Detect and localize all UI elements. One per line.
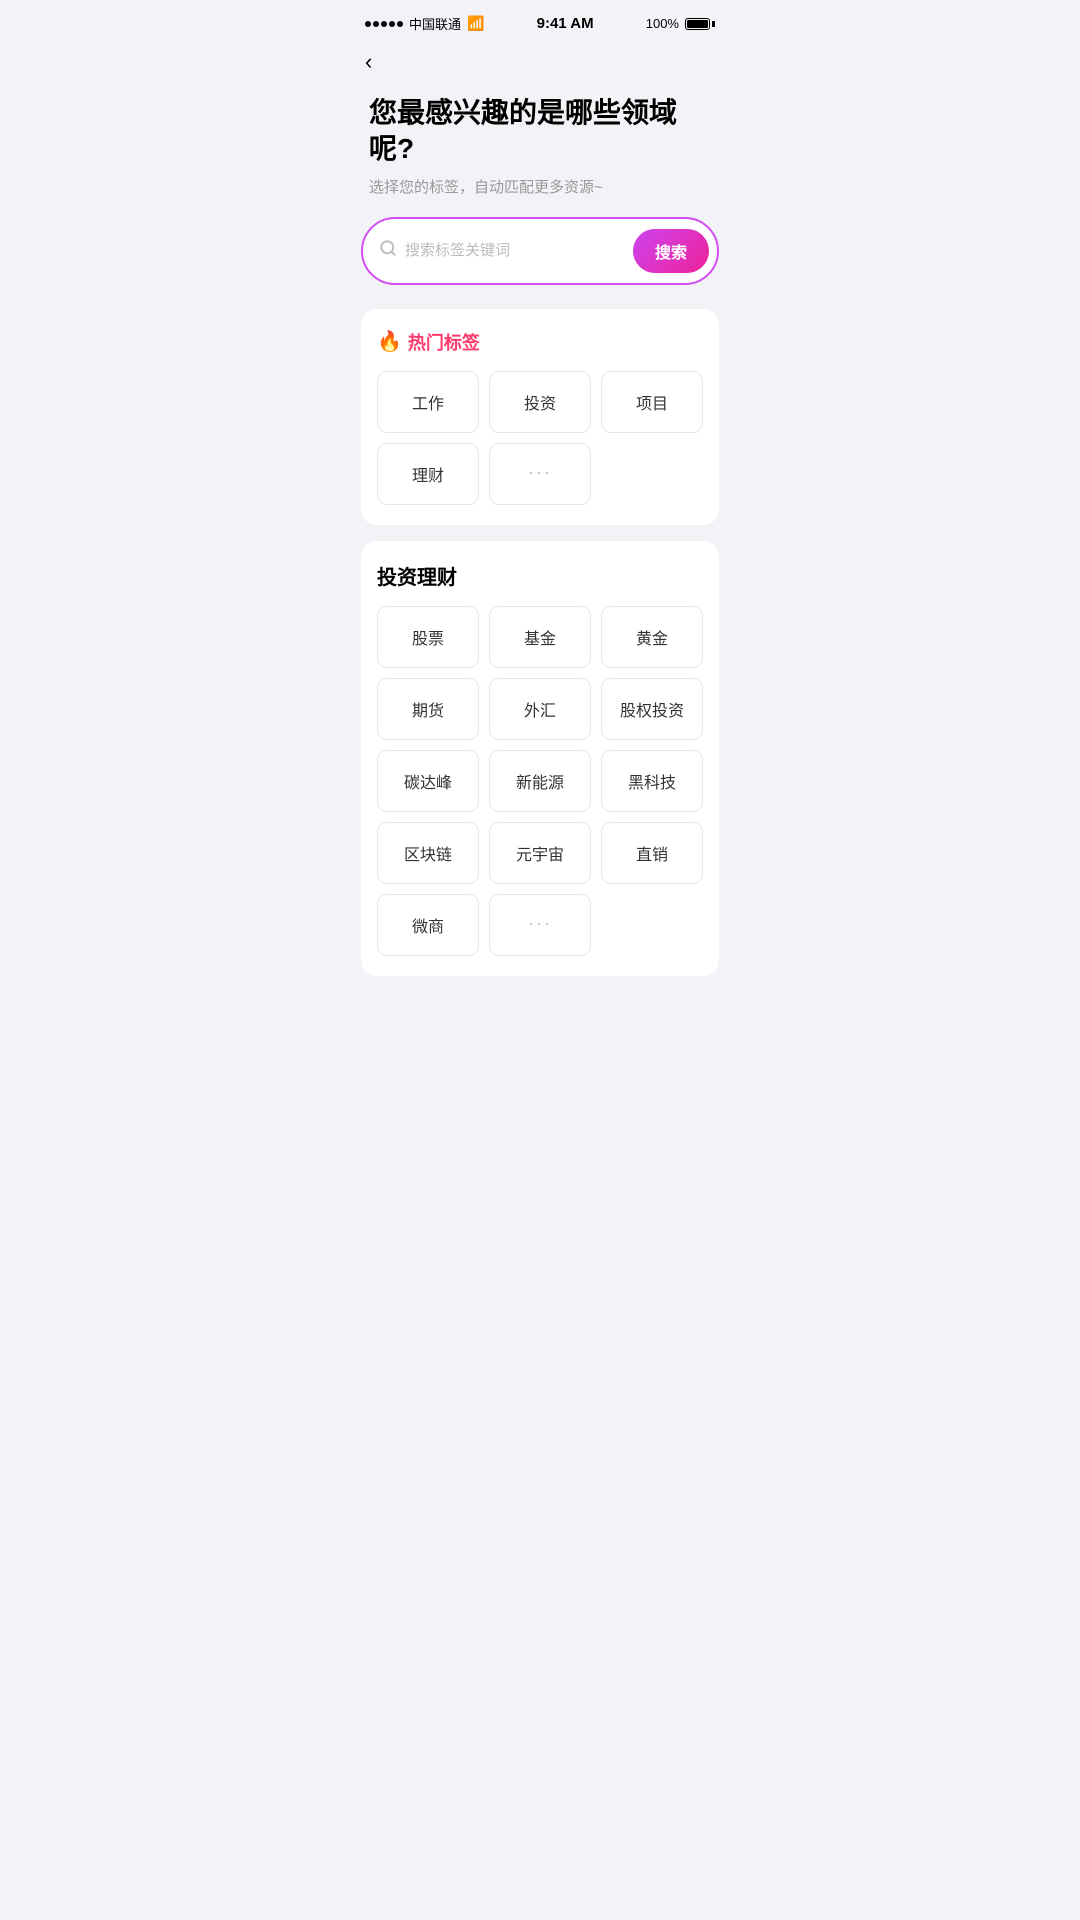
invest-tag-item[interactable]: ··· (489, 894, 591, 956)
back-button-area[interactable]: ‹ (345, 39, 735, 85)
battery-percent: 100% (646, 16, 679, 31)
invest-tag-item[interactable]: 基金 (489, 606, 591, 668)
search-container: 搜索 (345, 217, 735, 309)
invest-tags-grid: 股票基金黄金期货外汇股权投资碳达峰新能源黑科技区块链元宇宙直销微商··· (377, 606, 703, 956)
hot-tag-item[interactable]: 项目 (601, 371, 703, 433)
page-title: 您最感兴趣的是哪些领域呢? (369, 95, 711, 168)
status-right: 100% (646, 16, 715, 31)
status-left: 中国联通 📶 (365, 14, 484, 33)
hot-tag-item[interactable]: 投资 (489, 371, 591, 433)
search-input[interactable] (405, 242, 633, 259)
battery-icon (685, 18, 715, 30)
invest-tag-item[interactable]: 微商 (377, 894, 479, 956)
hot-tags-card: 🔥 热门标签 工作投资项目理财··· (361, 309, 719, 525)
carrier-text: 中国联通 (409, 14, 461, 33)
invest-tag-item[interactable]: 黑科技 (601, 750, 703, 812)
invest-title: 投资理财 (377, 561, 703, 590)
status-bar: 中国联通 📶 9:41 AM 100% (345, 0, 735, 39)
invest-tag-item[interactable]: 直销 (601, 822, 703, 884)
invest-tag-item[interactable]: 碳达峰 (377, 750, 479, 812)
search-icon (379, 239, 397, 262)
page-header: 您最感兴趣的是哪些领域呢? 选择您的标签，自动匹配更多资源~ (345, 85, 735, 217)
hot-tag-item[interactable]: ··· (489, 443, 591, 505)
hot-tags-grid: 工作投资项目理财··· (377, 371, 703, 505)
signal-icon (365, 21, 403, 27)
invest-tag-item[interactable]: 元宇宙 (489, 822, 591, 884)
hot-tag-item[interactable]: 工作 (377, 371, 479, 433)
invest-tag-item[interactable]: 区块链 (377, 822, 479, 884)
search-button[interactable]: 搜索 (633, 229, 709, 273)
hot-tag-item[interactable]: 理财 (377, 443, 479, 505)
invest-tag-item[interactable]: 股票 (377, 606, 479, 668)
search-bar: 搜索 (361, 217, 719, 285)
page-subtitle: 选择您的标签，自动匹配更多资源~ (369, 176, 711, 197)
back-arrow-icon[interactable]: ‹ (365, 49, 372, 74)
wifi-icon: 📶 (467, 15, 484, 32)
invest-tag-item[interactable]: 外汇 (489, 678, 591, 740)
hot-tags-title-text: 热门标签 (408, 329, 480, 355)
invest-tag-item[interactable]: 新能源 (489, 750, 591, 812)
invest-tag-item[interactable]: 黄金 (601, 606, 703, 668)
invest-card: 投资理财 股票基金黄金期货外汇股权投资碳达峰新能源黑科技区块链元宇宙直销微商··… (361, 541, 719, 976)
invest-tag-item[interactable]: 股权投资 (601, 678, 703, 740)
fire-icon: 🔥 (377, 329, 402, 354)
status-time: 9:41 AM (537, 15, 594, 32)
hot-tags-title: 🔥 热门标签 (377, 329, 703, 355)
invest-tag-item[interactable]: 期货 (377, 678, 479, 740)
invest-title-text: 投资理财 (377, 561, 457, 590)
